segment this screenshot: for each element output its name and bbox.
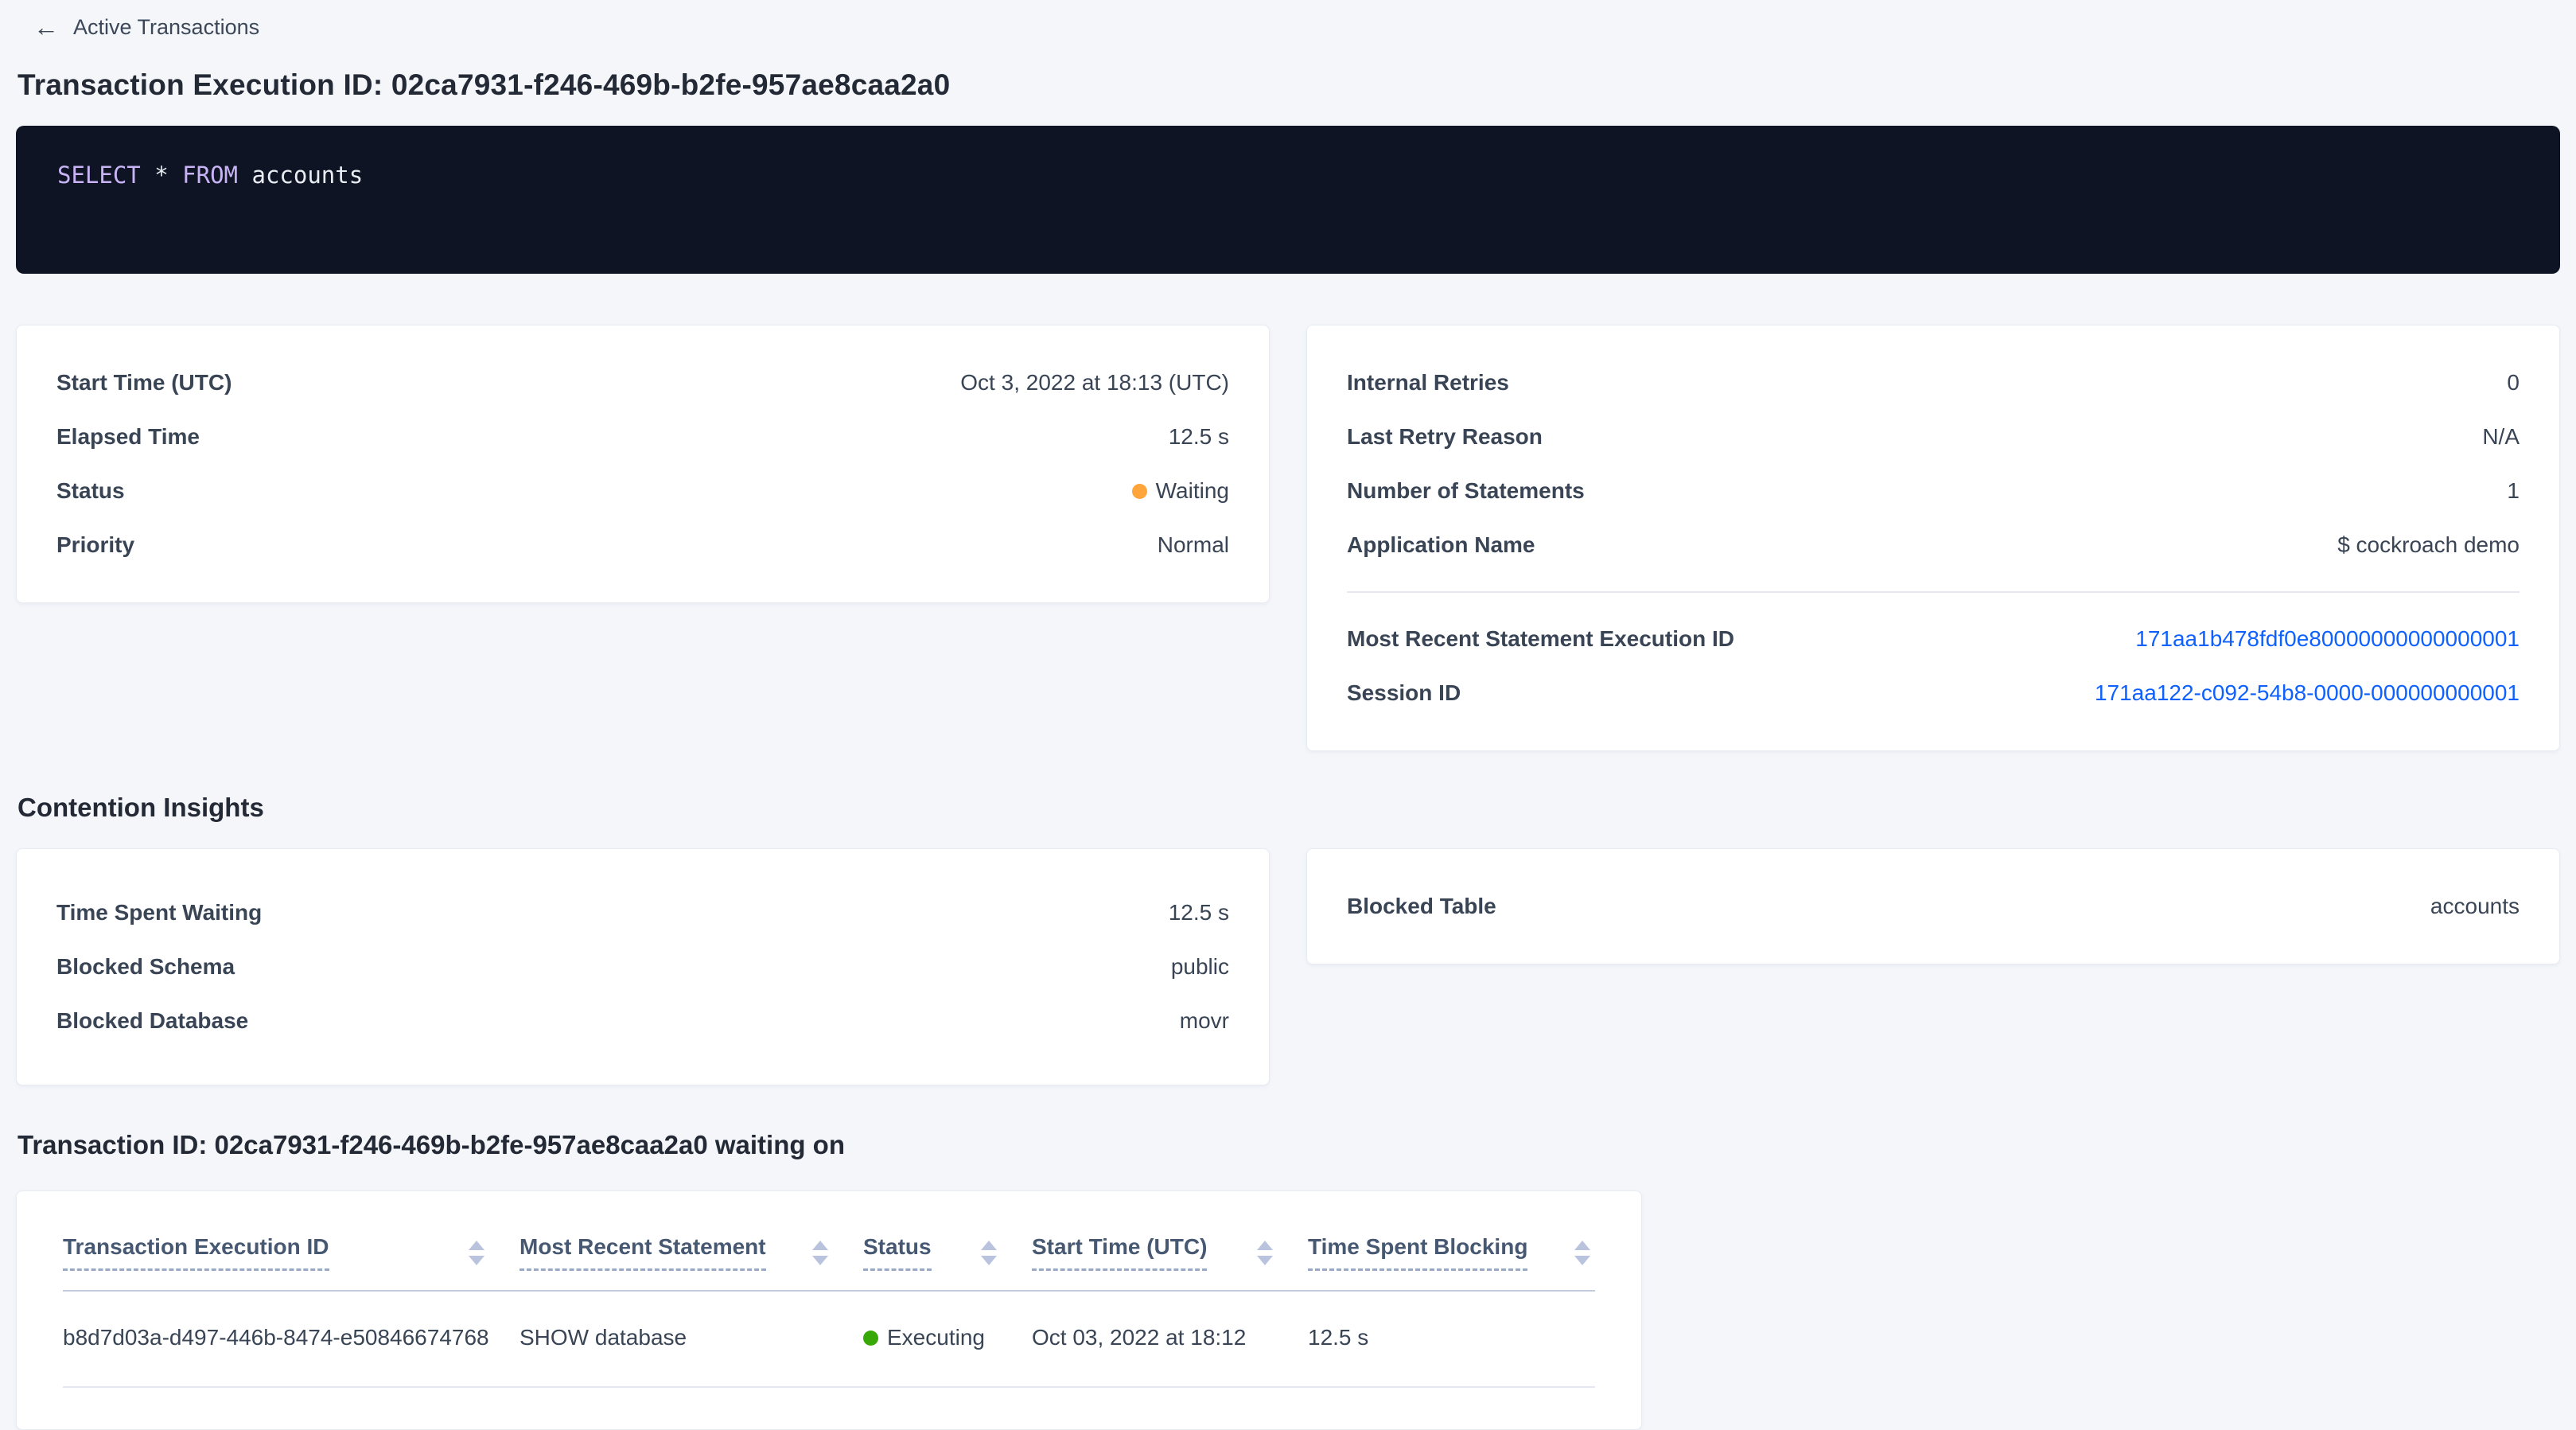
contention-card-left: Time Spent Waiting 12.5 s Blocked Schema…: [16, 848, 1270, 1085]
elapsed-time-value: 12.5 s: [1169, 424, 1229, 450]
card-divider: [1347, 591, 2520, 593]
column-header-status[interactable]: Status: [863, 1234, 1032, 1271]
status-text: Waiting: [1156, 478, 1229, 504]
internal-retries-row: Internal Retries 0: [1347, 356, 2520, 410]
statement-execution-id-link[interactable]: 171aa1b478fdf0e80000000000000001: [2135, 626, 2520, 652]
cell-transaction-execution-id: b8d7d03a-d497-446b-8474-e50846674768: [63, 1325, 519, 1350]
column-label: Transaction Execution ID: [63, 1234, 329, 1271]
waiting-status-dot-icon: [1132, 484, 1147, 499]
back-arrow-icon: ←: [33, 14, 59, 40]
blocked-database-row: Blocked Database movr: [56, 994, 1229, 1048]
sort-icon[interactable]: [1574, 1241, 1590, 1265]
cell-most-recent-statement: SHOW database: [519, 1325, 863, 1350]
blocked-database-value: movr: [1180, 1008, 1229, 1034]
time-spent-waiting-label: Time Spent Waiting: [56, 900, 262, 925]
sort-icon[interactable]: [812, 1241, 828, 1265]
priority-label: Priority: [56, 532, 134, 558]
time-spent-waiting-value: 12.5 s: [1169, 900, 1229, 925]
sql-star: *: [154, 162, 168, 189]
waiting-on-heading: Transaction ID: 02ca7931-f246-469b-b2fe-…: [18, 1130, 2560, 1160]
summary-card-right: Internal Retries 0 Last Retry Reason N/A…: [1306, 325, 2560, 751]
session-id-row: Session ID 171aa122-c092-54b8-0000-00000…: [1347, 666, 2520, 720]
column-header-start-time[interactable]: Start Time (UTC): [1032, 1234, 1308, 1271]
status-text: Executing: [887, 1325, 985, 1350]
column-header-most-recent-statement[interactable]: Most Recent Statement: [519, 1234, 863, 1271]
blocked-schema-value: public: [1171, 954, 1229, 980]
column-label: Start Time (UTC): [1032, 1234, 1207, 1271]
column-header-transaction-execution-id[interactable]: Transaction Execution ID: [63, 1234, 519, 1271]
number-of-statements-label: Number of Statements: [1347, 478, 1585, 504]
number-of-statements-row: Number of Statements 1: [1347, 464, 2520, 518]
blocked-table-row: Blocked Table accounts: [1347, 879, 2520, 933]
sort-icon[interactable]: [981, 1241, 997, 1265]
number-of-statements-value: 1: [2507, 478, 2520, 504]
priority-value: Normal: [1158, 532, 1229, 558]
application-name-value: $ cockroach demo: [2337, 532, 2520, 558]
contention-card-right: Blocked Table accounts: [1306, 848, 2560, 964]
start-time-value: Oct 3, 2022 at 18:13 (UTC): [960, 370, 1229, 395]
page-title: Transaction Execution ID: 02ca7931-f246-…: [18, 68, 2560, 102]
application-name-label: Application Name: [1347, 532, 1535, 558]
cell-status: Executing: [863, 1325, 1032, 1351]
last-retry-reason-label: Last Retry Reason: [1347, 424, 1543, 450]
status-row: Status Waiting: [56, 464, 1229, 518]
sql-identifier: accounts: [251, 162, 363, 189]
back-link-label: Active Transactions: [73, 15, 259, 40]
column-label: Status: [863, 1234, 932, 1271]
table-header-row: Transaction Execution ID Most Recent Sta…: [63, 1191, 1595, 1292]
transaction-details-page: ← Active Transactions Transaction Execut…: [0, 0, 2576, 1430]
priority-row: Priority Normal: [56, 518, 1229, 572]
waiting-on-table: Transaction Execution ID Most Recent Sta…: [16, 1190, 1642, 1430]
contention-insights-heading: Contention Insights: [18, 793, 2560, 823]
statement-execution-id-label: Most Recent Statement Execution ID: [1347, 626, 1734, 652]
blocked-schema-row: Blocked Schema public: [56, 940, 1229, 994]
start-time-row: Start Time (UTC) Oct 3, 2022 at 18:13 (U…: [56, 356, 1229, 410]
last-retry-reason-row: Last Retry Reason N/A: [1347, 410, 2520, 464]
sql-statement-box: SELECT * FROM accounts: [16, 126, 2560, 274]
sort-icon[interactable]: [469, 1241, 484, 1265]
column-header-time-spent-blocking[interactable]: Time Spent Blocking: [1308, 1234, 1595, 1271]
blocked-schema-label: Blocked Schema: [56, 954, 235, 980]
start-time-label: Start Time (UTC): [56, 370, 232, 395]
summary-card-left: Start Time (UTC) Oct 3, 2022 at 18:13 (U…: [16, 325, 1270, 603]
cell-time-spent-blocking: 12.5 s: [1308, 1325, 1595, 1350]
cell-start-time: Oct 03, 2022 at 18:12: [1032, 1325, 1308, 1350]
column-label: Most Recent Statement: [519, 1234, 766, 1271]
session-id-link[interactable]: 171aa122-c092-54b8-0000-000000000001: [2095, 680, 2520, 706]
blocked-table-label: Blocked Table: [1347, 894, 1496, 919]
elapsed-time-label: Elapsed Time: [56, 424, 200, 450]
sql-keyword: FROM: [182, 162, 238, 189]
executing-status-dot-icon: [863, 1331, 878, 1346]
column-label: Time Spent Blocking: [1308, 1234, 1527, 1271]
contention-cards-row: Time Spent Waiting 12.5 s Blocked Schema…: [16, 848, 2560, 1085]
status-label: Status: [56, 478, 125, 504]
blocked-database-label: Blocked Database: [56, 1008, 248, 1034]
sql-keyword: SELECT: [57, 162, 141, 189]
statement-execution-id-row: Most Recent Statement Execution ID 171aa…: [1347, 612, 2520, 666]
back-to-active-transactions-link[interactable]: ← Active Transactions: [33, 14, 259, 40]
session-id-label: Session ID: [1347, 680, 1461, 706]
elapsed-time-row: Elapsed Time 12.5 s: [56, 410, 1229, 464]
sort-icon[interactable]: [1257, 1241, 1273, 1265]
blocked-table-value: accounts: [2430, 894, 2520, 919]
internal-retries-label: Internal Retries: [1347, 370, 1509, 395]
table-row: b8d7d03a-d497-446b-8474-e50846674768 SHO…: [63, 1292, 1595, 1388]
internal-retries-value: 0: [2507, 370, 2520, 395]
status-value: Waiting: [1132, 478, 1229, 504]
application-name-row: Application Name $ cockroach demo: [1347, 518, 2520, 572]
summary-cards-row: Start Time (UTC) Oct 3, 2022 at 18:13 (U…: [16, 325, 2560, 751]
last-retry-reason-value: N/A: [2482, 424, 2520, 450]
time-spent-waiting-row: Time Spent Waiting 12.5 s: [56, 886, 1229, 940]
